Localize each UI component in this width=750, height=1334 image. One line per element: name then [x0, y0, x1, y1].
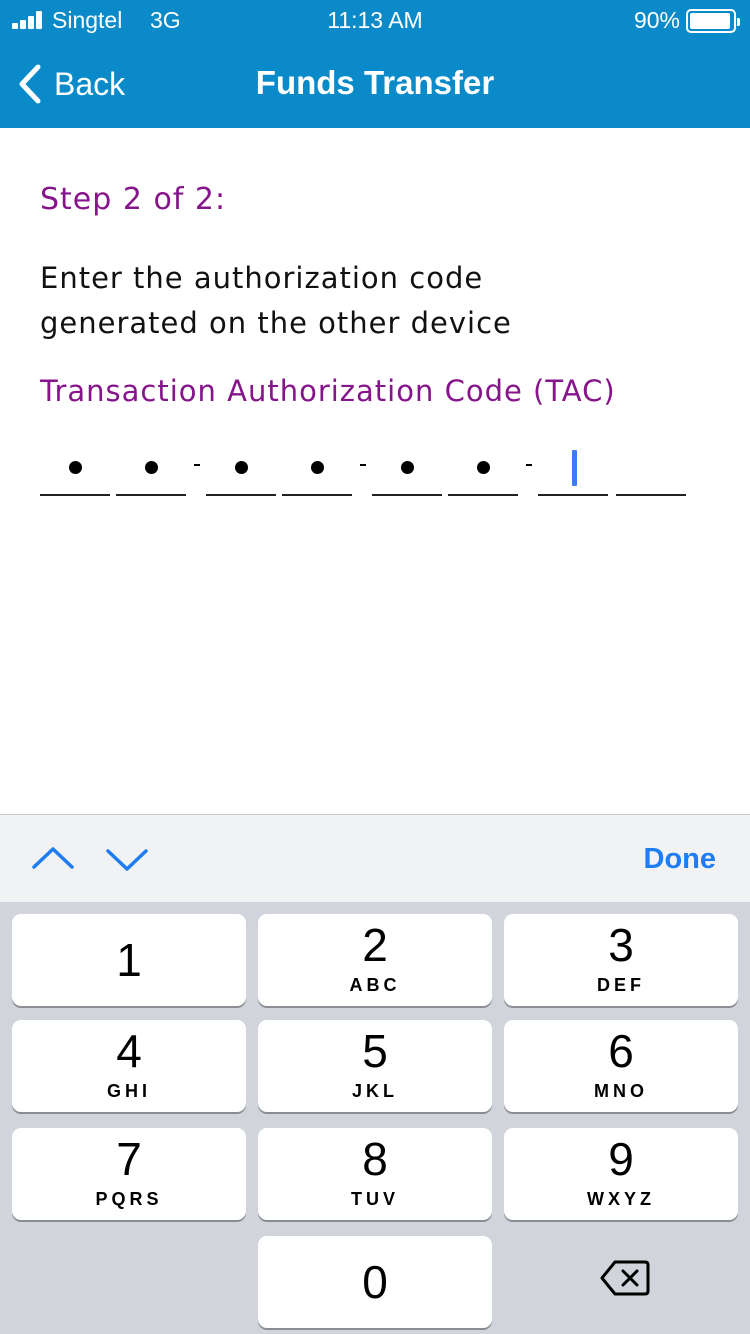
nav-header: Singtel 3G 11:13 AM 90% Back Funds Trans…: [0, 0, 750, 128]
key-digit: 4: [116, 1025, 142, 1077]
masked-digit-dot: [477, 461, 490, 474]
tac-separator: [360, 464, 366, 466]
masked-digit-dot: [69, 461, 82, 474]
chevron-down-icon[interactable]: [105, 841, 149, 877]
instruction-line-2: generated on the other device: [40, 306, 512, 340]
masked-digit-dot: [311, 461, 324, 474]
key-digit: 2: [362, 919, 388, 971]
battery-percent: 90%: [633, 7, 680, 33]
key-letters: ABC: [349, 975, 401, 995]
tac-label: Transaction Authorization Code (TAC): [40, 374, 616, 408]
status-bar: Singtel 3G 11:13 AM 90%: [0, 0, 750, 40]
chevron-up-icon[interactable]: [31, 841, 75, 877]
key-letters: WXYZ: [587, 1189, 655, 1209]
instruction-line-1: Enter the authorization code: [40, 261, 484, 295]
step-indicator: Step 2 of 2:: [40, 182, 227, 217]
key-digit: 5: [362, 1025, 388, 1077]
key-digit: 0: [362, 1256, 388, 1308]
key-letters: DEF: [597, 975, 645, 995]
key-digit: 8: [362, 1133, 388, 1185]
key-8[interactable]: 8 TUV: [258, 1128, 492, 1220]
key-4[interactable]: 4 GHI: [12, 1020, 246, 1112]
tac-separator: [194, 464, 200, 466]
key-letters: TUV: [351, 1189, 399, 1209]
instruction-text: Enter the authorization code generated o…: [40, 256, 720, 346]
key-digit: 9: [608, 1133, 634, 1185]
tac-digit-slot[interactable]: [116, 440, 186, 496]
tac-digit-slot[interactable]: [616, 440, 686, 496]
key-letters: MNO: [594, 1081, 648, 1101]
key-2[interactable]: 2 ABC: [258, 914, 492, 1006]
back-button[interactable]: Back: [16, 62, 125, 106]
text-cursor: [572, 450, 577, 486]
tac-separator: [526, 464, 532, 466]
backspace-icon[interactable]: [599, 1258, 651, 1298]
key-9[interactable]: 9 WXYZ: [504, 1128, 738, 1220]
key-digit: 7: [116, 1133, 142, 1185]
tac-digit-slot[interactable]: [206, 440, 276, 496]
tac-digit-slot-active[interactable]: [538, 440, 608, 496]
key-letters: GHI: [106, 1081, 151, 1101]
tac-digit-slot[interactable]: [372, 440, 442, 496]
keyboard-accessory-bar: Done: [0, 814, 750, 902]
masked-digit-dot: [235, 461, 248, 474]
key-6[interactable]: 6 MNO: [504, 1020, 738, 1112]
masked-digit-dot: [145, 461, 158, 474]
back-label: Back: [54, 65, 126, 102]
key-digit: 1: [116, 934, 142, 986]
key-digit: 3: [608, 919, 634, 971]
tac-digit-slot[interactable]: [448, 440, 518, 496]
key-3[interactable]: 3 DEF: [504, 914, 738, 1006]
tac-digit-slot[interactable]: [282, 440, 352, 496]
key-letters: JKL: [351, 1081, 398, 1101]
battery-icon: [686, 9, 740, 33]
key-1[interactable]: 1: [12, 914, 246, 1006]
key-0[interactable]: 0: [258, 1236, 492, 1328]
tac-digit-slot[interactable]: [40, 440, 110, 496]
key-5[interactable]: 5 JKL: [258, 1020, 492, 1112]
key-7[interactable]: 7 PQRS: [12, 1128, 246, 1220]
done-button[interactable]: Done: [644, 843, 717, 876]
chevron-left-icon: [19, 64, 41, 104]
key-digit: 6: [608, 1025, 634, 1077]
masked-digit-dot: [401, 461, 414, 474]
key-letters: PQRS: [95, 1189, 163, 1209]
